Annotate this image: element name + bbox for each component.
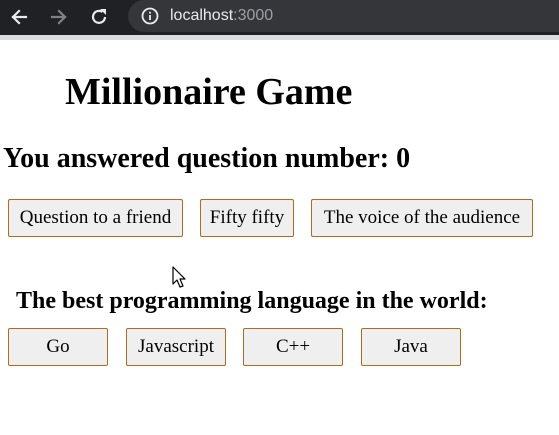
answer-javascript-button[interactable]: Javascript — [126, 328, 226, 366]
url-host: localhost — [170, 7, 234, 24]
forward-arrow-icon[interactable] — [48, 6, 70, 28]
reload-icon[interactable] — [88, 6, 110, 28]
answer-java-button[interactable]: Java — [361, 328, 461, 366]
answer-cpp-button[interactable]: C++ — [243, 328, 343, 366]
url-port: :3000 — [233, 7, 274, 24]
toolbar-divider — [0, 35, 559, 40]
page-title: Millionaire Game — [65, 71, 353, 113]
progress-text: You answered question number: 0 — [3, 143, 411, 174]
audience-voice-button[interactable]: The voice of the audience — [311, 199, 533, 237]
question-to-friend-button[interactable]: Question to a friend — [8, 199, 183, 237]
answer-go-button[interactable]: Go — [8, 328, 108, 366]
address-bar[interactable]: localhost:3000 — [128, 0, 559, 32]
fifty-fifty-button[interactable]: Fifty fifty — [200, 199, 294, 237]
info-icon[interactable] — [140, 6, 160, 26]
url-text[interactable]: localhost:3000 — [170, 6, 273, 26]
question-text: The best programming language in the wor… — [16, 288, 488, 314]
browser-toolbar: localhost:3000 — [0, 0, 559, 35]
back-arrow-icon[interactable] — [8, 6, 30, 28]
